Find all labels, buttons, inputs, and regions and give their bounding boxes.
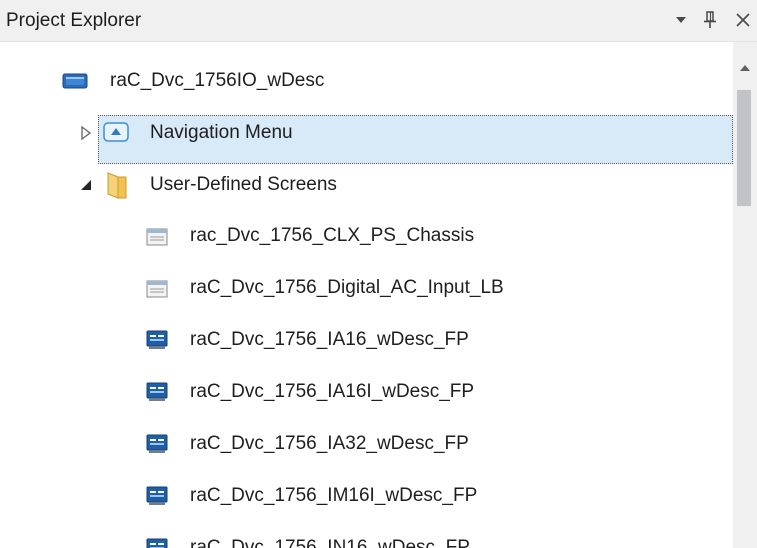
application-icon [62,73,88,89]
tree-item-label: raC_Dvc_1756_IA16_wDesc_FP [190,329,469,350]
tree-item-label: Navigation Menu [150,122,293,143]
faceplate-icon [146,382,168,401]
faceplate-icon [146,538,168,548]
tree-item-label: raC_Dvc_1756_IM16I_wDesc_FP [190,485,478,506]
faceplate-icon [146,434,168,453]
panel-title: Project Explorer [6,10,142,31]
pin-icon [704,11,716,28]
collapse-arrow-icon[interactable] [78,177,94,193]
expand-arrow-icon[interactable] [78,125,94,141]
pin-button[interactable] [698,6,722,34]
close-button[interactable] [731,6,755,34]
scroll-up-button[interactable] [733,58,757,78]
tree-item-label: rac_Dvc_1756_CLX_PS_Chassis [190,225,475,246]
scroll-up-arrow-icon [740,65,750,71]
vertical-scrollbar[interactable] [733,42,757,548]
tree-item-label: raC_Dvc_1756_IA32_wDesc_FP [190,433,469,454]
faceplate-icon [146,486,168,505]
folder-icon [107,172,127,199]
close-icon [736,13,750,27]
tree-item-label: raC_Dvc_1756_Digital_AC_Input_LB [190,277,504,298]
tree-item-label: User-Defined Screens [150,174,337,195]
tree-item-label: raC_Dvc_1756_IA16I_wDesc_FP [190,381,475,402]
navigation-menu-icon [103,122,129,142]
dropdown-arrow-icon [676,17,686,23]
faceplate-icon [146,330,168,349]
screen-icon [146,228,168,246]
project-tree: raC_Dvc_1756IO_wDesc Navigation Menu Use… [0,42,733,548]
panel-title-bar: Project Explorer [0,0,757,42]
tree-item-label: raC_Dvc_1756_IN16_wDesc_FP [190,537,470,548]
panel-options-button[interactable] [669,6,693,34]
tree-item-label: raC_Dvc_1756IO_wDesc [110,70,325,91]
screen-icon [146,280,168,298]
scroll-thumb[interactable] [737,90,751,206]
